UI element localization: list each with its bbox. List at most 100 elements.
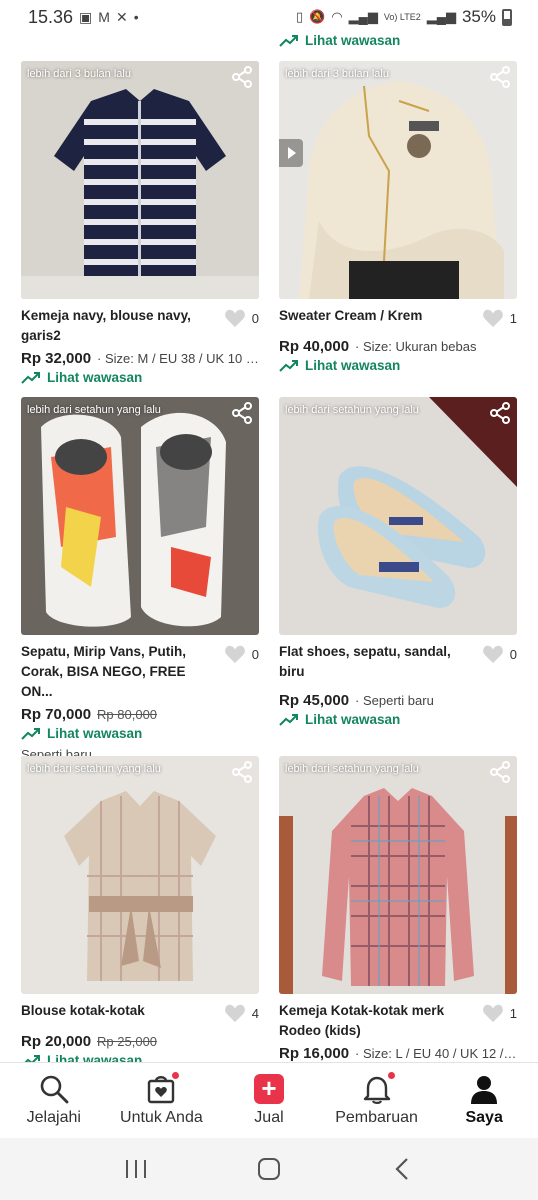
like-button[interactable]: 4 [224,1003,259,1023]
nav-untuk-anda[interactable]: Untuk Anda [108,1063,214,1138]
insight-label: Lihat wawasan [47,726,143,741]
signal-2-icon: ▂▄▆ [426,9,456,24]
post-timestamp: lebih dari setahun yang lalu [27,404,161,416]
like-button[interactable]: 0 [482,644,517,664]
insight-label: Lihat wawasan [47,370,143,385]
trend-up-icon [279,34,298,47]
home-button[interactable] [249,1149,289,1189]
share-icon[interactable] [231,402,253,424]
notification-dot [171,1071,181,1080]
share-icon[interactable] [231,761,253,783]
size-info: · Size: Ukuran bebas [355,339,477,354]
back-button[interactable] [382,1149,422,1189]
insight-link[interactable]: Lihat wawasan [279,358,517,373]
product-card[interactable]: lebih dari setahun yang lalu Blouse kota… [21,756,259,1068]
like-button[interactable]: 0 [224,308,259,328]
insight-label: Lihat wawasan [305,712,401,727]
like-count: 4 [251,1005,259,1021]
nav-pembaruan[interactable]: Pembaruan [324,1063,430,1138]
nav-label: Pembaruan [335,1109,418,1126]
vibrate-icon: ▯ [295,9,304,24]
system-nav-bar [0,1138,538,1200]
condition-info: · Seperti baru [355,693,434,708]
recent-apps-button[interactable] [116,1149,156,1189]
post-timestamp: lebih dari setahun yang lalu [285,404,419,416]
heart-icon [224,1004,245,1023]
status-bar: 15.36 ▣ M ✕ • ▯ 🔕 ◠ ▂▄▆ Vo) LTE2 ▂▄▆ 35% [0,0,538,34]
product-title[interactable]: Sepatu, Mirip Vans, Putih, Corak, BISA N… [21,642,211,702]
like-button[interactable]: 1 [482,308,517,328]
price: Rp 70,000 [21,706,92,723]
original-price: Rp 25,000 [97,1034,158,1049]
nav-saya[interactable]: Saya [431,1063,537,1138]
like-count: 1 [509,1005,517,1021]
price: Rp 32,000 [21,350,92,367]
like-count: 0 [509,646,517,662]
price: Rp 20,000 [21,1033,92,1050]
trend-up-icon [279,713,298,726]
video-play-icon[interactable] [279,139,303,167]
like-count: 1 [509,310,517,326]
battery-percent: 35% [461,7,496,26]
trend-up-icon [21,727,40,740]
product-photo[interactable]: lebih dari setahun yang lalu [21,397,259,635]
product-title[interactable]: Kemeja Kotak-kotak merk Rodeo (kids) [279,1001,469,1041]
share-icon[interactable] [231,66,253,88]
product-photo[interactable]: lebih dari 3 bulan lalu [21,61,259,299]
product-card[interactable]: lebih dari setahun yang lalu Sepatu, Mir… [21,397,259,762]
price-row: Rp 32,000 · Size: M / EU 38 / UK 10 / ..… [21,350,259,367]
home-icon [257,1158,280,1180]
post-timestamp: lebih dari 3 bulan lalu [285,68,389,80]
product-title[interactable]: Kemeja navy, blouse navy, garis2 [21,306,211,346]
gmail-icon: M [98,9,110,25]
product-card[interactable]: lebih dari 3 bulan lalu Kemeja navy, blo… [21,61,259,385]
product-photo[interactable]: lebih dari 3 bulan lalu [279,61,517,299]
bell-icon [361,1071,396,1105]
back-icon [395,1158,408,1180]
price: Rp 16,000 [279,1045,350,1062]
insight-link[interactable]: Lihat wawasan [279,712,517,727]
product-title[interactable]: Flat shoes, sepatu, sandal, biru [279,642,469,682]
heart-icon [224,309,245,328]
like-button[interactable]: 0 [224,644,259,664]
title-row: Sepatu, Mirip Vans, Putih, Corak, BISA N… [21,642,259,702]
product-photo[interactable]: lebih dari setahun yang lalu [279,397,517,635]
insight-label: Lihat wawasan [305,33,401,48]
share-icon[interactable] [489,402,511,424]
heart-icon [224,645,245,664]
size-info: · Size: M / EU 38 / UK 10 / ... [97,351,259,366]
trend-up-icon [21,371,40,384]
battery-icon [502,8,512,26]
app-icon: ✕ [115,8,128,25]
post-timestamp: lebih dari 3 bulan lalu [27,68,131,80]
product-photo[interactable]: lebih dari setahun yang lalu [279,756,517,994]
size-info: · Size: L / EU 40 / UK 12 / ... [355,1046,517,1061]
like-button[interactable]: 1 [482,1003,517,1023]
post-timestamp: lebih dari setahun yang lalu [27,763,161,775]
nav-label: Untuk Anda [120,1109,203,1126]
share-icon[interactable] [489,761,511,783]
nav-jelajahi[interactable]: Jelajahi [1,1063,107,1138]
gallery-icon: ▣ [79,8,93,25]
nav-label: Saya [465,1109,503,1126]
product-title[interactable]: Sweater Cream / Krem [279,306,469,326]
share-icon[interactable] [489,66,511,88]
insight-link[interactable]: Lihat wawasan [279,33,400,48]
title-row: Blouse kotak-kotak 4 [21,1001,259,1023]
original-price: Rp 80,000 [97,707,158,722]
person-icon [468,1073,500,1105]
nav-jual[interactable]: + Jual [216,1063,322,1138]
product-title[interactable]: Blouse kotak-kotak [21,1001,211,1021]
status-time: 15.36 [28,6,74,27]
price-row: Rp 16,000 · Size: L / EU 40 / UK 12 / ..… [279,1045,517,1062]
title-row: Kemeja navy, blouse navy, garis2 0 [21,306,259,346]
insight-link[interactable]: Lihat wawasan [21,726,259,741]
heart-icon [482,1004,503,1023]
insight-link[interactable]: Lihat wawasan [21,370,259,385]
price: Rp 40,000 [279,338,350,355]
price-row: Rp 45,000 · Seperti baru [279,692,517,709]
product-photo[interactable]: lebih dari setahun yang lalu [21,756,259,994]
product-card[interactable]: lebih dari setahun yang lalu Flat shoes,… [279,397,517,727]
product-card[interactable]: lebih dari setahun yang lalu Kemeja Kota… [279,756,517,1062]
product-card[interactable]: lebih dari 3 bulan lalu Sweater Cream / … [279,61,517,373]
